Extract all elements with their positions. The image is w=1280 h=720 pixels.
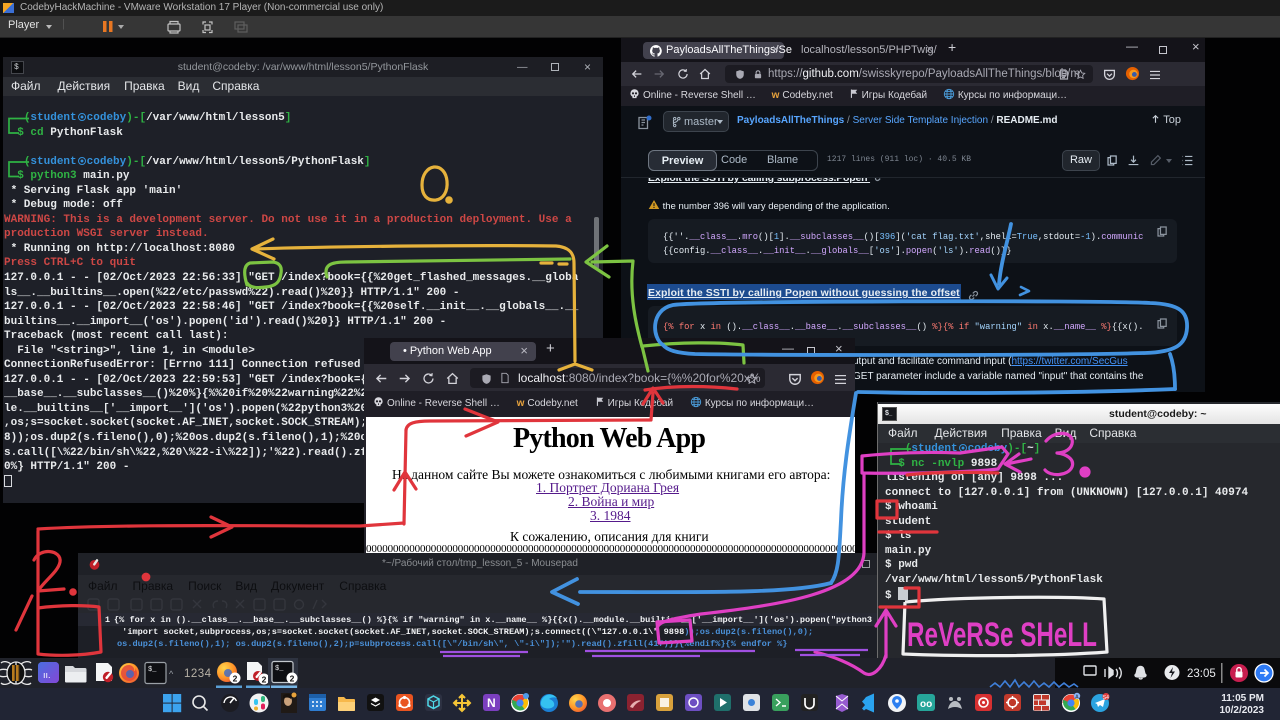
svg-text:ıı.: ıı. [43, 670, 51, 680]
svg-text:1234: 1234 [184, 668, 212, 680]
svg-text:oo: oo [920, 699, 932, 710]
svg-text:S4: S4 [1103, 695, 1109, 701]
svg-text:2: 2 [233, 673, 238, 683]
svg-text:11:05 PM: 11:05 PM [1221, 693, 1264, 704]
svg-text:10/2/2023: 10/2/2023 [1220, 705, 1265, 716]
svg-text:23:05: 23:05 [1187, 668, 1216, 680]
svg-text:2: 2 [290, 673, 295, 683]
svg-text:N: N [487, 696, 496, 710]
svg-text:$_: $_ [275, 665, 284, 673]
svg-text:$_: $_ [148, 666, 157, 674]
svg-text:2: 2 [262, 674, 267, 684]
svg-text:^: ^ [169, 669, 174, 679]
